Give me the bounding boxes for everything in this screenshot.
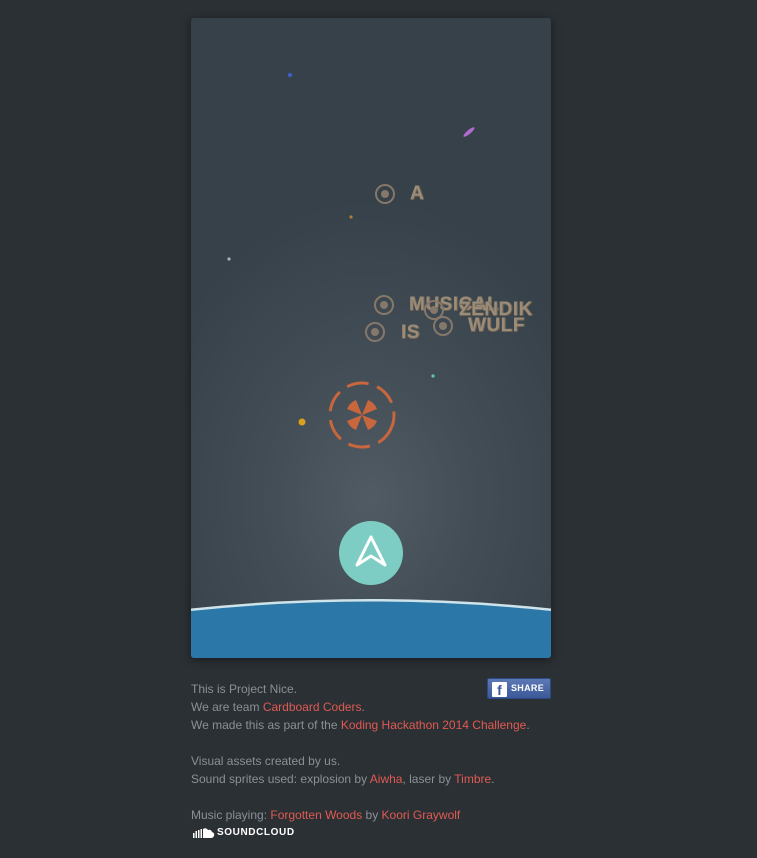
info-line: Visual assets created by us. xyxy=(191,752,551,770)
hackathon-text: We made this as part of the xyxy=(191,718,341,732)
water xyxy=(191,601,551,658)
particle xyxy=(227,257,231,261)
target-icon xyxy=(365,322,385,342)
info-text: This is Project Nice. We are team Cardbo… xyxy=(191,680,551,824)
koding-hackathon-link[interactable]: Koding Hackathon 2014 Challenge xyxy=(341,718,526,732)
reticle-icon xyxy=(328,381,396,449)
particle xyxy=(288,73,292,77)
punct: . xyxy=(491,772,495,786)
intro-text: This is Project Nice. xyxy=(191,682,298,696)
info-line: This is Project Nice. xyxy=(191,680,551,698)
koori-graywolf-link[interactable]: Koori Graywolf xyxy=(382,808,461,822)
music-mid-text: by xyxy=(362,808,382,822)
particle xyxy=(349,215,353,219)
timbre-link[interactable]: Timbre xyxy=(454,772,491,786)
particle xyxy=(298,418,306,426)
punct: . xyxy=(526,718,530,732)
word-is: IS xyxy=(401,322,420,343)
forgotten-woods-link[interactable]: Forgotten Woods xyxy=(270,808,362,822)
soundcloud-icon xyxy=(193,828,215,838)
player-ship[interactable] xyxy=(339,521,403,585)
particle xyxy=(431,374,435,378)
soundcloud-label: SOUNDCLOUD xyxy=(217,827,295,838)
sprites-text: Sound sprites used: explosion by xyxy=(191,772,370,786)
info-line: Sound sprites used: explosion by Aiwha, … xyxy=(191,770,551,788)
punct: . xyxy=(361,700,365,714)
ship-arrow-icon xyxy=(355,535,387,567)
game-canvas[interactable]: A MUSICAL ZENDIK IS WULF xyxy=(191,18,551,658)
word-a: A xyxy=(410,183,425,204)
word-wulf: WULF xyxy=(468,315,525,336)
info-line: We made this as part of the Koding Hacka… xyxy=(191,716,551,734)
music-text: Music playing: xyxy=(191,808,271,822)
info-line: Music playing: Forgotten Woods by Koori … xyxy=(191,806,551,824)
info-line: We are team Cardboard Coders. xyxy=(191,698,551,716)
aiwha-link[interactable]: Aiwha xyxy=(370,772,403,786)
target-icon xyxy=(374,295,394,315)
sprites-mid-text: , laser by xyxy=(402,772,455,786)
target-icon xyxy=(375,184,395,204)
particle xyxy=(463,127,475,137)
assets-text: Visual assets created by us. xyxy=(191,754,341,768)
target-icon xyxy=(433,316,453,336)
cardboard-coders-link[interactable]: Cardboard Coders xyxy=(263,700,362,714)
team-text: We are team xyxy=(191,700,263,714)
